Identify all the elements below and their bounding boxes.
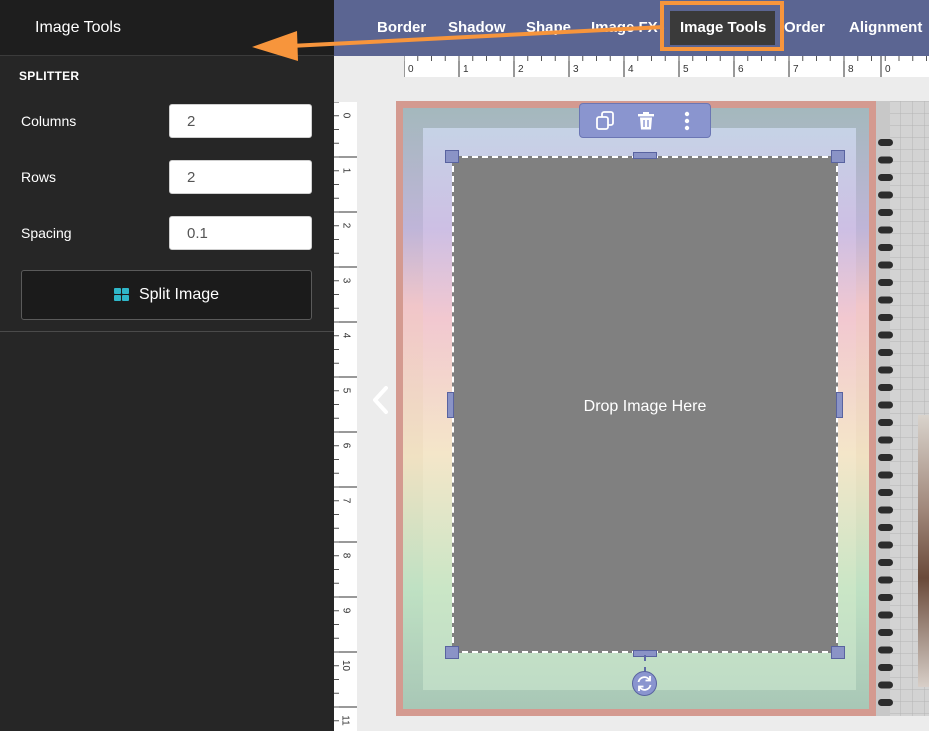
chevron-left-icon[interactable] (369, 384, 391, 416)
resize-handle-top-right[interactable] (831, 150, 845, 163)
columns-input[interactable] (169, 104, 312, 138)
grid-icon (113, 288, 129, 302)
split-image-label: Split Image (138, 286, 220, 303)
spiral-ring (878, 576, 893, 584)
ruler-top-label: 6 (738, 64, 744, 75)
editor-toolbar: Border Shadow Shape Image FX Image Tools… (334, 0, 929, 56)
ruler-left-label: 5 (340, 387, 352, 394)
spacing-input[interactable] (169, 216, 312, 250)
spiral-ring (878, 436, 893, 444)
spiral-ring (878, 191, 893, 199)
spiral-ring (878, 646, 893, 654)
spiral-ring (878, 506, 893, 514)
spiral-ring (878, 664, 893, 671)
spiral-ring (878, 226, 893, 234)
drop-image-text: Drop Image Here (583, 398, 707, 415)
spiral-ring (878, 244, 893, 251)
top-ruler: 0 1 2 3 4 5 6 7 8 0 (404, 56, 929, 77)
ruler-top-label: 5 (683, 64, 689, 75)
spiral-ring (878, 594, 893, 601)
spacing-label: Spacing (21, 225, 72, 241)
spiral-ring (878, 156, 893, 164)
ruler-left-label: 8 (340, 552, 352, 559)
ruler-left-label: 9 (340, 607, 352, 614)
left-ruler: 0 1 2 3 4 5 6 7 8 9 10 11 (334, 102, 357, 731)
ruler-left-label: 3 (340, 277, 352, 284)
resize-handle-top[interactable] (633, 152, 657, 159)
spiral-ring (878, 139, 893, 146)
resize-handle-top-left[interactable] (445, 150, 459, 163)
spiral-ring (878, 471, 893, 479)
resize-handle-bottom-right[interactable] (831, 646, 845, 659)
split-image-button[interactable]: Split Image (21, 270, 312, 320)
left-ruler-ticks (334, 102, 357, 722)
ruler-left-label: 4 (340, 332, 352, 339)
ruler-top-label: 2 (518, 64, 524, 75)
ruler-left-label: 10 (340, 659, 352, 672)
spiral-ring (878, 279, 893, 286)
resize-handle-left[interactable] (447, 392, 454, 418)
element-toolbar (579, 103, 711, 138)
tab-shadow[interactable]: Shadow (448, 19, 506, 36)
panel-title: Image Tools (35, 19, 121, 36)
rows-label: Rows (21, 169, 57, 185)
ruler-left-label: 1 (340, 167, 352, 174)
duplicate-icon[interactable] (594, 110, 616, 132)
ruler-left-label: 7 (340, 497, 352, 504)
spiral-ring (878, 629, 893, 636)
panel-header: Image Tools (0, 0, 334, 56)
spiral-ring (878, 331, 893, 339)
columns-label: Columns (21, 113, 77, 129)
spiral-ring (878, 541, 893, 549)
ruler-top-label: 0 (408, 64, 414, 75)
ruler-top-label: 0 (885, 64, 891, 75)
spiral-ring (878, 419, 893, 426)
ruler-left-label: 11 (339, 715, 351, 726)
ruler-top-label: 8 (848, 64, 854, 75)
panel-divider (0, 331, 334, 332)
spiral-ring (878, 524, 893, 531)
tab-highlight-box (660, 1, 784, 51)
ruler-top-label: 1 (463, 64, 469, 75)
ruler-left-label: 6 (340, 442, 352, 449)
spiral-ring (878, 489, 893, 496)
ruler-left-label: 2 (340, 222, 352, 229)
spiral-ring (878, 349, 893, 356)
spiral-ring (878, 366, 893, 374)
spiral-ring (878, 296, 893, 304)
trash-icon[interactable] (635, 110, 657, 132)
spiral-ring (878, 454, 893, 461)
resize-handle-bottom-left[interactable] (445, 646, 459, 659)
resize-handle-right[interactable] (836, 392, 843, 418)
more-vertical-icon[interactable] (676, 110, 698, 132)
tab-order[interactable]: Order (784, 19, 825, 36)
rotate-icon (637, 676, 652, 691)
spiral-ring (878, 559, 893, 566)
rotate-handle[interactable] (632, 671, 657, 696)
ruler-left-label: 0 (340, 112, 352, 119)
ruler-top-label: 3 (573, 64, 579, 75)
spiral-ring (878, 384, 893, 391)
spiral-ring (878, 401, 893, 409)
spiral-ring (878, 174, 893, 181)
tab-alignment[interactable]: Alignment (849, 19, 922, 36)
tab-image-fx[interactable]: Image FX (591, 19, 658, 36)
photo-thumbnail (918, 415, 929, 687)
rows-input[interactable] (169, 160, 312, 194)
ruler-top-label: 4 (628, 64, 634, 75)
ruler-top-label: 7 (793, 64, 799, 75)
image-tools-panel: Image Tools SPLITTER Columns Rows Spacin… (0, 0, 334, 731)
tab-border[interactable]: Border (377, 19, 426, 36)
spiral-ring (878, 261, 893, 269)
spiral-ring (878, 209, 893, 216)
spiral-ring (878, 681, 893, 689)
spiral-ring (878, 699, 893, 706)
splitter-section-title: SPLITTER (19, 69, 80, 83)
spiral-ring (878, 314, 893, 321)
spiral-ring (878, 611, 893, 619)
tab-shape[interactable]: Shape (526, 19, 571, 36)
